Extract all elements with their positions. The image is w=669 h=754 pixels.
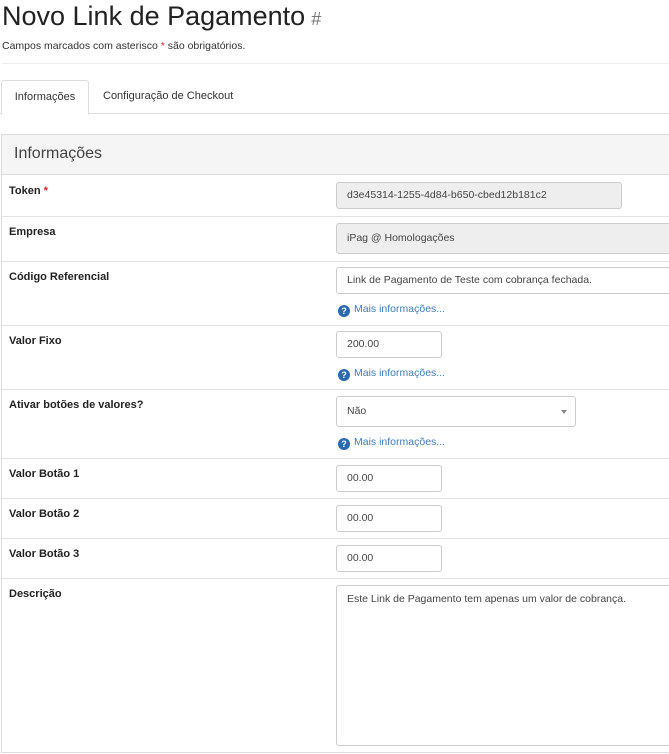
tab-bar: Informações Configuração de Checkout	[0, 80, 669, 115]
ativar-botoes-select[interactable]: Não	[336, 396, 576, 427]
help-link-text: Mais informações...	[354, 303, 446, 315]
ativar-botoes-row: Ativar botões de valores? Não ? Mais info…	[2, 390, 669, 459]
page-title: Novo Link de Pagamento #	[2, 0, 321, 35]
question-circle-icon: ?	[338, 438, 350, 450]
ativar-botoes-help-link[interactable]: ? Mais informações...	[338, 436, 445, 450]
valor-botao-2-row: Valor Botão 2 00.00	[2, 499, 669, 539]
valor-botao-3-input[interactable]: 00.00	[336, 545, 442, 572]
descricao-label: Descrição	[9, 588, 62, 600]
valor-botao-1-row: Valor Botão 1 00.00	[2, 459, 669, 499]
descricao-textarea[interactable]: Este Link de Pagamento tem apenas um val…	[336, 585, 669, 746]
tab-configuracao-checkout[interactable]: Configuração de Checkout	[103, 80, 233, 114]
token-label-text: Token	[9, 185, 41, 197]
empresa-field[interactable]: iPag @ Homologações	[336, 223, 669, 254]
required-note-text-end: são obrigatórios.	[164, 40, 246, 52]
valor-botao-2-input[interactable]: 00.00	[336, 505, 442, 532]
codigo-referencial-row: Código Referencial Link de Pagamento de …	[2, 262, 669, 326]
valor-botao-3-row: Valor Botão 3 00.00	[2, 539, 669, 579]
required-note-text: Campos marcados com asterisco	[2, 40, 161, 52]
caret-down-icon	[561, 410, 567, 414]
ativar-botoes-selected: Não	[347, 405, 367, 417]
codigo-referencial-help-link[interactable]: ? Mais informações...	[338, 303, 445, 317]
question-circle-icon: ?	[338, 305, 350, 317]
panel-title: Informações	[14, 145, 103, 162]
token-label: Token *	[9, 185, 48, 197]
valor-botao-2-label: Valor Botão 2	[9, 508, 80, 520]
valor-fixo-label: Valor Fixo	[9, 335, 62, 347]
valor-fixo-row: Valor Fixo 200.00 ? Mais informações...	[2, 326, 669, 390]
tab-informacoes[interactable]: Informações	[1, 80, 89, 115]
empresa-label: Empresa	[9, 226, 56, 238]
codigo-referencial-input[interactable]: Link de Pagamento de Teste com cobrança …	[336, 267, 669, 294]
codigo-referencial-label: Código Referencial	[9, 271, 110, 283]
token-field[interactable]: d3e45314-1255-4d84-b650-cbed12b181c2	[336, 182, 622, 209]
title-hash-link[interactable]: #	[311, 9, 321, 29]
descricao-row: Descrição Este Link de Pagamento tem ape…	[2, 579, 669, 754]
required-fields-note: Campos marcados com asterisco * são obri…	[2, 40, 245, 52]
informacoes-panel: Informações Token * d3e45314-1255-4d84-b…	[1, 134, 669, 753]
valor-botao-1-label: Valor Botão 1	[9, 468, 80, 480]
page-title-text: Novo Link de Pagamento	[2, 1, 306, 31]
empresa-row: Empresa iPag @ Homologações	[2, 217, 669, 262]
valor-botao-1-input[interactable]: 00.00	[336, 465, 442, 492]
panel-heading: Informações	[2, 135, 669, 175]
help-link-text: Mais informações...	[354, 436, 446, 448]
help-link-text: Mais informações...	[354, 367, 446, 379]
token-row: Token * d3e45314-1255-4d84-b650-cbed12b1…	[2, 176, 669, 217]
valor-fixo-help-link[interactable]: ? Mais informações...	[338, 367, 445, 381]
valor-botao-3-label: Valor Botão 3	[9, 548, 80, 560]
page-header: Novo Link de Pagamento # Campos marcados …	[2, 0, 669, 64]
required-asterisk: *	[43, 185, 48, 197]
question-circle-icon: ?	[338, 369, 350, 381]
valor-fixo-input[interactable]: 200.00	[336, 331, 442, 358]
ativar-botoes-label: Ativar botões de valores?	[9, 399, 144, 411]
